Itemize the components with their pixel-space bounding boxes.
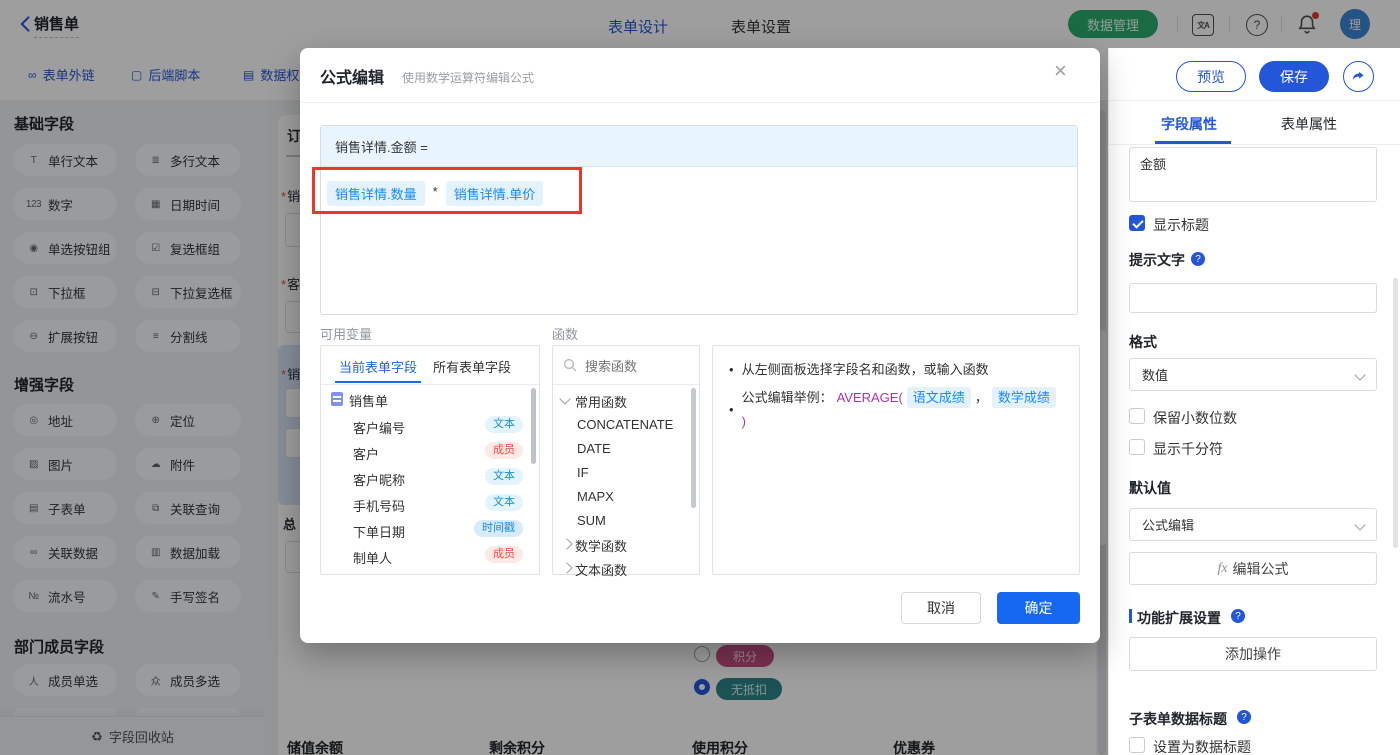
panel-scrollbar-thumb[interactable] xyxy=(1393,278,1398,548)
variables-panel: 当前表单字段 所有表单字段 销售单 客户编号 文本 客户 成员 客户昵称 文本 … xyxy=(320,345,540,575)
tab-all-form-fields[interactable]: 所有表单字段 xyxy=(433,357,511,376)
field-type-badge: 成员 xyxy=(485,442,523,459)
set-data-title-checkbox[interactable] xyxy=(1129,737,1145,753)
form-doc-icon xyxy=(331,392,343,406)
confirm-button[interactable]: 确定 xyxy=(997,592,1080,624)
average-function-name: AVERAGE( xyxy=(836,390,903,405)
subform-title-help-icon[interactable]: ? xyxy=(1237,710,1251,724)
functions-panel: 常用函数 CONCATENATE DATE IF MAPX SUM 数学函数 文… xyxy=(552,345,700,578)
active-tab-underline xyxy=(1155,141,1231,144)
panel-tabs-row xyxy=(1109,100,1400,145)
keep-decimal-label: 保留小数位数 xyxy=(1153,410,1237,426)
close-icon[interactable]: × xyxy=(1054,60,1067,82)
field-type-badge: 文本 xyxy=(485,468,523,485)
function-item[interactable]: MAPX xyxy=(577,489,614,504)
field-type-badge: 时间戳 xyxy=(474,520,523,537)
preview-button[interactable]: 预览 xyxy=(1176,61,1246,92)
field-type-badge: 成员 xyxy=(485,546,523,563)
modal-subtitle: 使用数学运算符编辑公式 xyxy=(402,71,535,85)
variables-scrollbar-thumb[interactable] xyxy=(531,388,536,464)
variable-field-row[interactable]: 客户 xyxy=(353,444,379,463)
save-button[interactable]: 保存 xyxy=(1259,61,1329,92)
hint-help-icon[interactable]: ? xyxy=(1191,252,1205,266)
app-screen: 销售单 表单设计 表单设置 数据管理 文A ? 理 ∞ 表单外链 ▢ 后端脚本 … xyxy=(0,0,1400,755)
functions-scrollbar-thumb[interactable] xyxy=(691,388,696,508)
tab-field-properties[interactable]: 字段属性 xyxy=(1161,114,1217,134)
extension-settings-label: 功能扩展设置 xyxy=(1137,610,1221,626)
formula-target: 销售详情.金额 = xyxy=(321,126,1077,167)
variable-field-row[interactable]: 手机号码 xyxy=(353,496,405,515)
keep-decimal-checkbox[interactable] xyxy=(1129,408,1145,424)
share-arrow-icon xyxy=(1352,71,1364,80)
variable-field-row[interactable]: 客户昵称 xyxy=(353,470,405,489)
function-group-math[interactable]: 数学函数 xyxy=(575,536,627,555)
variable-field-row[interactable]: 制单人 xyxy=(353,548,392,567)
field-type-badge: 文本 xyxy=(485,494,523,511)
set-data-title-label: 设置为数据标题 xyxy=(1153,739,1251,755)
example-token: 语文成绩 xyxy=(906,387,971,408)
chevron-down-icon xyxy=(1354,368,1366,381)
tab-current-form-fields[interactable]: 当前表单字段 xyxy=(339,357,417,376)
function-group-common[interactable]: 常用函数 xyxy=(575,392,627,411)
field-type-badge: 文本 xyxy=(485,416,523,433)
variables-section-label: 可用变量 xyxy=(320,327,373,342)
edit-formula-button[interactable]: fx 编辑公式 xyxy=(1129,552,1377,585)
variables-tree-root[interactable]: 销售单 xyxy=(349,391,388,410)
fx-icon: fx xyxy=(1217,560,1228,576)
variable-field-row[interactable]: 下单日期 xyxy=(353,522,405,541)
function-item[interactable]: IF xyxy=(577,465,589,480)
search-icon xyxy=(563,358,577,372)
tips-panel: 从左侧面板选择字段名和函数，或输入函数 公式编辑举例：AVERAGE( 语文成绩… xyxy=(712,345,1080,575)
tab-form-properties[interactable]: 表单属性 xyxy=(1281,114,1337,134)
modal-title: 公式编辑 xyxy=(320,70,385,87)
subform-data-title-label: 子表单数据标题 xyxy=(1129,711,1227,727)
thousand-separator-label: 显示千分符 xyxy=(1153,441,1223,457)
variables-active-tab-underline xyxy=(335,381,421,383)
hint-text-input[interactable] xyxy=(1129,283,1377,313)
formula-editor-modal: 公式编辑 使用数学运算符编辑公式 × 销售详情.金额 = 销售详情.数量 * 销… xyxy=(300,48,1100,643)
format-select[interactable]: 数值 xyxy=(1129,358,1377,391)
share-button[interactable] xyxy=(1343,61,1374,92)
default-value-label: 默认值 xyxy=(1129,480,1171,496)
chevron-down-icon xyxy=(1354,518,1366,531)
chevron-down-icon[interactable] xyxy=(559,393,571,405)
modal-header-divider xyxy=(300,102,1100,103)
chevron-right-icon[interactable] xyxy=(561,538,573,550)
function-search-row xyxy=(553,346,699,385)
function-item[interactable]: DATE xyxy=(577,441,611,456)
thousand-separator-checkbox[interactable] xyxy=(1129,439,1145,455)
variable-field-row[interactable]: 客户编号 xyxy=(353,418,405,437)
default-value-select[interactable]: 公式编辑 xyxy=(1129,508,1377,541)
show-title-label: 显示标题 xyxy=(1153,217,1209,233)
add-action-button[interactable]: 添加操作 xyxy=(1129,637,1377,671)
tip-example-line: 公式编辑举例：AVERAGE( 语文成绩 ， 数学成绩 ) xyxy=(729,387,1063,431)
functions-section-label: 函数 xyxy=(552,327,579,342)
example-token: 数学成绩 xyxy=(991,387,1056,408)
formula-editor-box: 销售详情.金额 = 销售详情.数量 * 销售详情.单价 xyxy=(320,125,1078,315)
properties-panel: 预览 保存 字段属性 表单属性 金额 显示标题 提示文字 ? 格式 数值 保留小… xyxy=(1108,48,1400,755)
modal-overlay xyxy=(0,0,1400,48)
function-item[interactable]: CONCATENATE xyxy=(577,417,673,432)
annotation-red-box xyxy=(312,167,582,214)
function-item[interactable]: SUM xyxy=(577,513,606,528)
cancel-button[interactable]: 取消 xyxy=(901,592,981,624)
function-group-text[interactable]: 文本函数 xyxy=(575,560,627,579)
section-accent-bar xyxy=(1129,609,1132,623)
chevron-right-icon[interactable] xyxy=(561,562,573,574)
show-title-checkbox[interactable] xyxy=(1129,215,1145,231)
tip-line: 从左侧面板选择字段名和函数，或输入函数 xyxy=(729,360,1063,379)
format-label: 格式 xyxy=(1129,334,1157,350)
extension-help-icon[interactable]: ? xyxy=(1231,609,1245,623)
function-search-input[interactable] xyxy=(583,353,695,379)
hint-text-label: 提示文字 xyxy=(1129,252,1185,268)
field-title-input[interactable]: 金额 xyxy=(1129,147,1377,202)
